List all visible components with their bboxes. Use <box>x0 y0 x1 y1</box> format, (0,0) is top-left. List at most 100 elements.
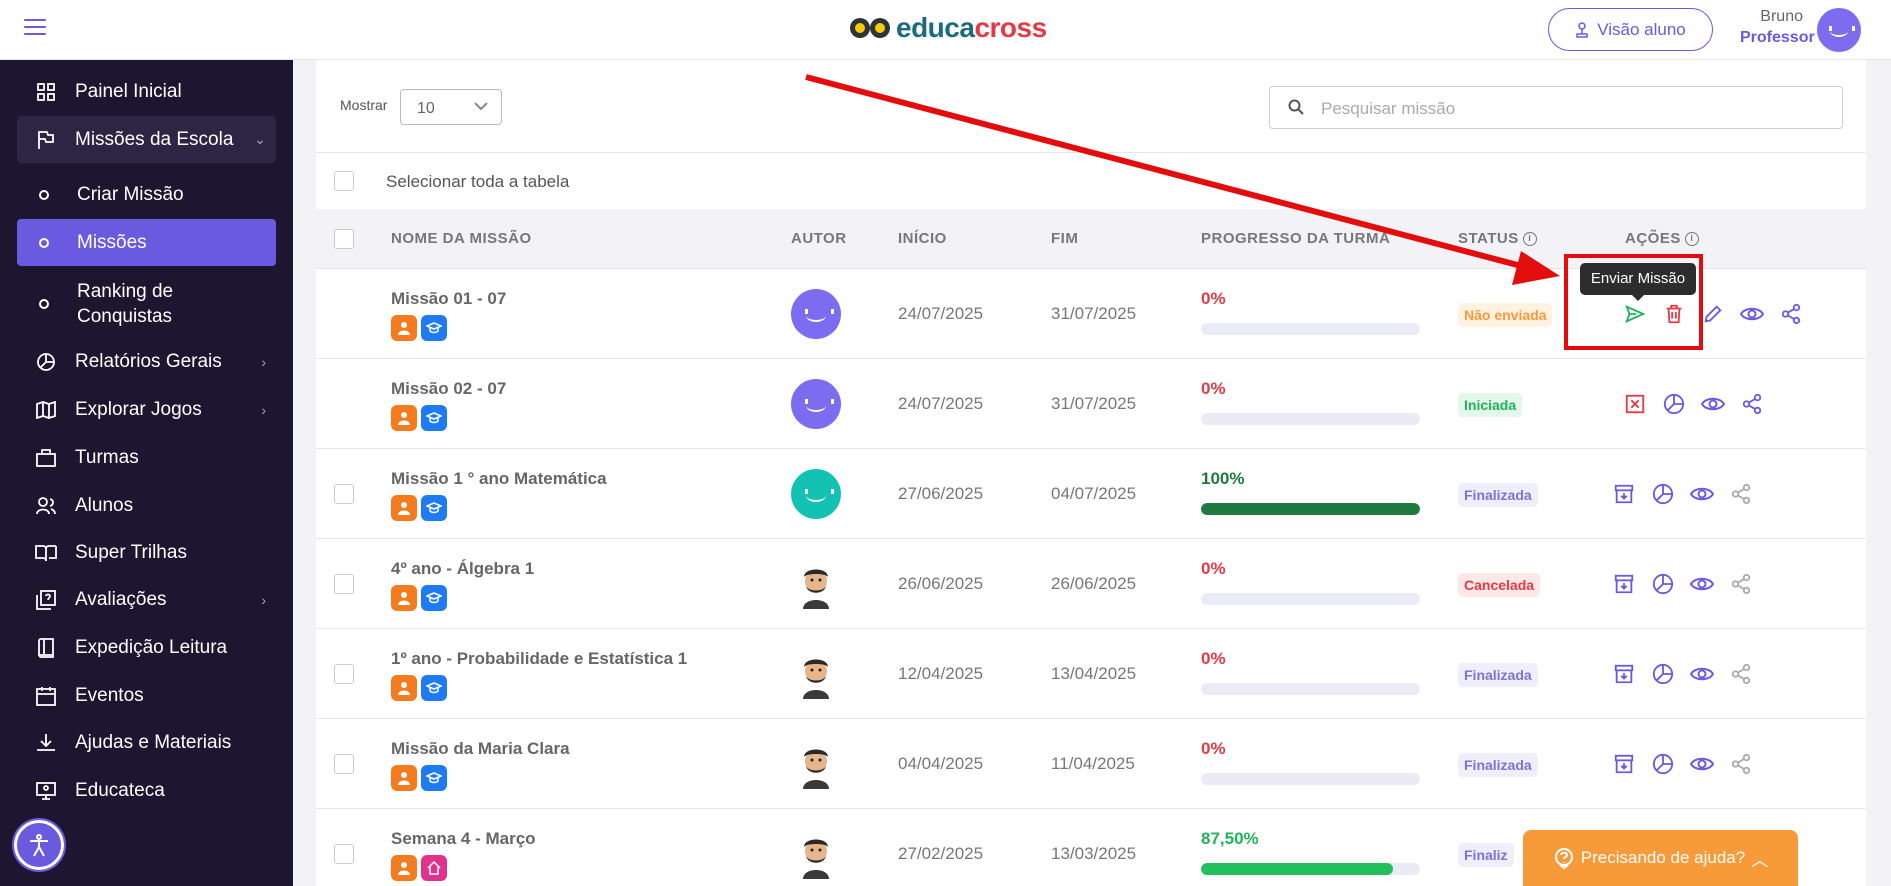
sidebar-item-criar-missao[interactable]: Criar Missão <box>17 175 276 215</box>
progress-bar <box>1201 773 1420 785</box>
chevron-right-icon: › <box>261 402 266 418</box>
author-avatar <box>791 649 841 699</box>
end-date: 26/06/2025 <box>1051 574 1137 593</box>
start-date: 12/04/2025 <box>898 664 984 683</box>
sidebar-item-eventos[interactable]: Eventos <box>17 676 276 716</box>
sidebar-item-turmas[interactable]: Turmas <box>17 438 276 478</box>
author-avatar <box>791 289 841 339</box>
sidebar-item-alunos[interactable]: Alunos <box>17 486 276 526</box>
share-button[interactable] <box>1728 481 1753 506</box>
table-row[interactable]: Missão da Maria Clara 04/04/2025 11/04/202… <box>316 719 1866 809</box>
mission-name[interactable]: Missão 1 ° ano Matemática <box>391 469 607 489</box>
mission-name[interactable]: Semana 4 - Março <box>391 829 536 849</box>
sidebar-item-label: Missões <box>77 231 147 253</box>
report-button[interactable] <box>1650 571 1675 596</box>
sidebar-item-super-trilhas[interactable]: Super Trilhas <box>17 533 276 573</box>
sidebar-item-avaliacoes[interactable]: Avaliações › <box>17 580 276 620</box>
view-button[interactable] <box>1739 301 1764 326</box>
table-row[interactable]: Missão 02 - 07 24/07/2025 31/07/2025 0% Inic… <box>316 359 1866 449</box>
sidebar-item-label: Painel Inicial <box>75 81 182 102</box>
view-button[interactable] <box>1689 751 1714 776</box>
report-button[interactable] <box>1650 481 1675 506</box>
view-button[interactable] <box>1689 481 1714 506</box>
sidebar-item-label: Alunos <box>75 495 134 516</box>
info-icon[interactable]: i <box>1522 232 1537 247</box>
progress-bar <box>1201 503 1420 515</box>
sidebar-item-relatorios[interactable]: Relatórios Gerais › <box>17 342 276 382</box>
sidebar-item-ranking[interactable]: Ranking de Conquistas <box>17 276 276 332</box>
sidebar-item-explorar-jogos[interactable]: Explorar Jogos › <box>17 390 276 430</box>
sidebar-item-expedicao-leitura[interactable]: Expedição Leitura <box>17 628 276 668</box>
person-tag-icon <box>391 765 417 791</box>
sidebar-item-educateca[interactable]: Educateca <box>17 771 276 811</box>
table-row[interactable]: 4º ano - Álgebra 1 26/06/2025 26/06/2025 0%… <box>316 539 1866 629</box>
column-header-end: FIM <box>1051 230 1079 247</box>
accessibility-button[interactable] <box>12 818 66 872</box>
view-student-button[interactable]: Visão aluno <box>1548 8 1713 51</box>
mission-name[interactable]: 4º ano - Álgebra 1 <box>391 559 534 579</box>
archive-button[interactable] <box>1611 661 1636 686</box>
search-input[interactable]: Pesquisar missão <box>1269 86 1843 129</box>
report-button[interactable] <box>1650 661 1675 686</box>
share-button[interactable] <box>1778 301 1803 326</box>
row-checkbox[interactable] <box>334 754 354 774</box>
help-button[interactable]: Precisando de ajuda? ︿ <box>1523 830 1798 886</box>
user-avatar[interactable] <box>1817 8 1861 52</box>
book-open-icon <box>35 542 57 564</box>
header-checkbox[interactable] <box>334 229 354 249</box>
end-date: 31/07/2025 <box>1051 394 1137 413</box>
briefcase-icon <box>35 447 57 469</box>
view-button[interactable] <box>1700 391 1725 416</box>
progress-label: 0% <box>1201 739 1226 758</box>
menu-icon[interactable] <box>24 19 46 37</box>
map-icon <box>35 399 57 421</box>
mission-name[interactable]: Missão da Maria Clara <box>391 739 570 759</box>
progress-label: 87,50% <box>1201 829 1259 848</box>
sidebar-item-missoes-escola[interactable]: Missões da Escola ⌄ <box>17 116 276 163</box>
search-placeholder: Pesquisar missão <box>1321 99 1456 118</box>
share-button[interactable] <box>1728 571 1753 596</box>
table-row[interactable]: 1º ano - Probabilidade e Estatística 1 12… <box>316 629 1866 719</box>
author-avatar <box>791 739 841 789</box>
cancel-mission-button[interactable] <box>1622 391 1647 416</box>
author-avatar <box>791 379 841 429</box>
page-size-select[interactable]: 10 <box>400 89 502 125</box>
top-bar: educacross Visão aluno Bruno Professor <box>0 0 1891 60</box>
table-row[interactable]: Missão 1 ° ano Matemática 27/06/2025 04/07… <box>316 449 1866 539</box>
end-date: 11/04/2025 <box>1051 754 1135 773</box>
sidebar-item-missoes[interactable]: Missões <box>17 219 276 266</box>
column-header-author: AUTOR <box>791 230 847 247</box>
view-button[interactable] <box>1689 571 1714 596</box>
mission-name[interactable]: 1º ano - Probabilidade e Estatística 1 <box>391 649 687 669</box>
author-avatar <box>791 829 841 879</box>
report-button[interactable] <box>1650 751 1675 776</box>
select-all-checkbox[interactable] <box>334 171 354 191</box>
mission-name[interactable]: Missão 02 - 07 <box>391 379 506 399</box>
share-button[interactable] <box>1739 391 1764 416</box>
search-icon <box>1288 99 1304 120</box>
row-checkbox[interactable] <box>334 844 354 864</box>
pie-chart-icon <box>35 351 57 373</box>
row-checkbox[interactable] <box>334 574 354 594</box>
progress-bar <box>1201 593 1420 605</box>
sidebar-item-painel[interactable]: Painel Inicial <box>17 72 276 112</box>
archive-button[interactable] <box>1611 571 1636 596</box>
person-tag-icon <box>391 585 417 611</box>
row-checkbox[interactable] <box>334 664 354 684</box>
row-checkbox[interactable] <box>334 484 354 504</box>
edit-button[interactable] <box>1700 301 1725 326</box>
end-date: 04/07/2025 <box>1051 484 1137 503</box>
archive-button[interactable] <box>1611 481 1636 506</box>
logo[interactable]: educacross <box>850 12 1047 44</box>
report-button[interactable] <box>1661 391 1686 416</box>
circle-icon <box>39 190 49 200</box>
info-icon[interactable]: i <box>1684 232 1699 247</box>
share-button[interactable] <box>1728 751 1753 776</box>
sidebar-item-ajudas[interactable]: Ajudas e Materiais <box>17 723 276 763</box>
mission-name[interactable]: Missão 01 - 07 <box>391 289 506 309</box>
archive-button[interactable] <box>1611 751 1636 776</box>
share-button[interactable] <box>1728 661 1753 686</box>
view-button[interactable] <box>1689 661 1714 686</box>
status-badge: Não enviada <box>1458 303 1553 327</box>
page-size-value: 10 <box>417 100 435 117</box>
